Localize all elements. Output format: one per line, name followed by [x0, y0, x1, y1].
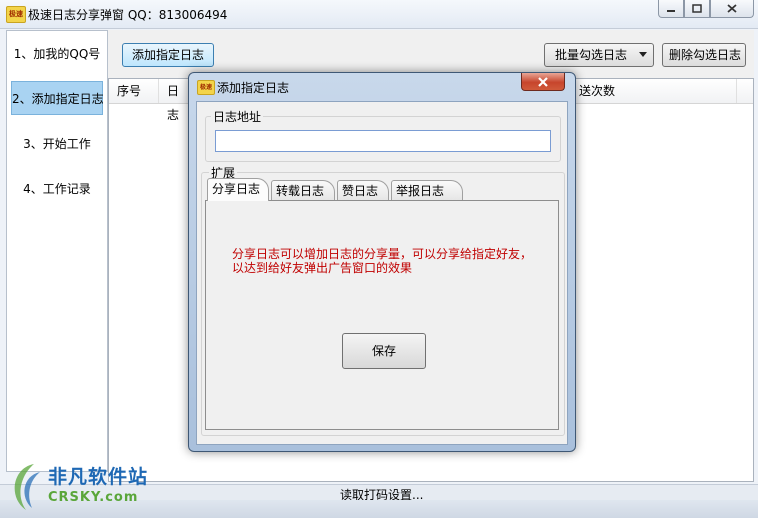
tab-description-line1: 分享日志可以增加日志的分享量，可以分享给指定好友， [232, 247, 533, 261]
tab-share-log[interactable]: 分享日志 [207, 178, 269, 201]
tab-description: 分享日志可以增加日志的分享量，可以分享给指定好友， 以达到给好友弹出广告窗口的效… [232, 247, 552, 275]
sidebar: 1、加我的QQ号 2、添加指定日志 3、开始工作 4、工作记录 [6, 30, 108, 472]
batch-select-dropdown[interactable]: 批量勾选日志 [544, 43, 654, 67]
app-logo-icon: 极速 [6, 6, 26, 23]
batch-select-label: 批量勾选日志 [555, 48, 628, 62]
watermark: 非凡软件站 CRSKY.com [4, 458, 164, 516]
sidebar-item-add-log[interactable]: 2、添加指定日志 [11, 81, 104, 115]
close-button[interactable] [710, 0, 754, 18]
address-group-label: 日志地址 [211, 108, 264, 125]
watermark-line2: CRSKY.com [48, 490, 139, 505]
close-icon [538, 76, 548, 87]
add-log-button[interactable]: 添加指定日志 [122, 43, 214, 67]
sidebar-item-add-qq[interactable]: 1、加我的QQ号 [11, 37, 103, 71]
column-header-log[interactable]: 日志 [159, 79, 189, 122]
window-title: 极速日志分享弹窗 QQ：813006494 [28, 8, 228, 22]
dialog-title: 添加指定日志 [217, 81, 290, 95]
add-log-dialog: 极速 添加指定日志 日志地址 扩展 分享日志 转载日志 赞日志 举报日志 分享日… [188, 72, 576, 452]
tab-panel: 分享日志可以增加日志的分享量，可以分享给指定好友， 以达到给好友弹出广告窗口的效… [205, 200, 559, 430]
sidebar-item-work-record[interactable]: 4、工作记录 [11, 172, 103, 206]
dialog-body: 日志地址 扩展 分享日志 转载日志 赞日志 举报日志 分享日志可以增加日志的分享… [196, 101, 568, 445]
minimize-icon [667, 9, 675, 12]
tab-description-line2: 以达到给好友弹出广告窗口的效果 [232, 261, 413, 275]
watermark-logo-icon [14, 464, 40, 510]
minimize-button[interactable] [658, 0, 684, 18]
save-button[interactable]: 保存 [342, 333, 426, 369]
chevron-down-icon [639, 52, 647, 57]
maximize-icon [692, 4, 702, 13]
tab-like-log[interactable]: 赞日志 [337, 180, 389, 200]
column-header-send-count[interactable]: 送次数 [571, 79, 737, 103]
title-bar: 极速 极速日志分享弹窗 QQ：813006494 [0, 0, 758, 29]
close-icon [727, 4, 737, 13]
delete-selected-button[interactable]: 删除勾选日志 [662, 43, 746, 67]
tab-report-log[interactable]: 举报日志 [391, 180, 463, 200]
sidebar-item-start-work[interactable]: 3、开始工作 [11, 127, 103, 161]
column-header-index[interactable]: 序号 [109, 79, 159, 103]
dialog-close-button[interactable] [521, 73, 565, 91]
dialog-logo-icon: 极速 [197, 80, 215, 95]
maximize-button[interactable] [684, 0, 710, 18]
log-address-input[interactable] [215, 130, 551, 152]
tab-repost-log[interactable]: 转载日志 [271, 180, 335, 200]
watermark-line1: 非凡软件站 [48, 466, 149, 488]
